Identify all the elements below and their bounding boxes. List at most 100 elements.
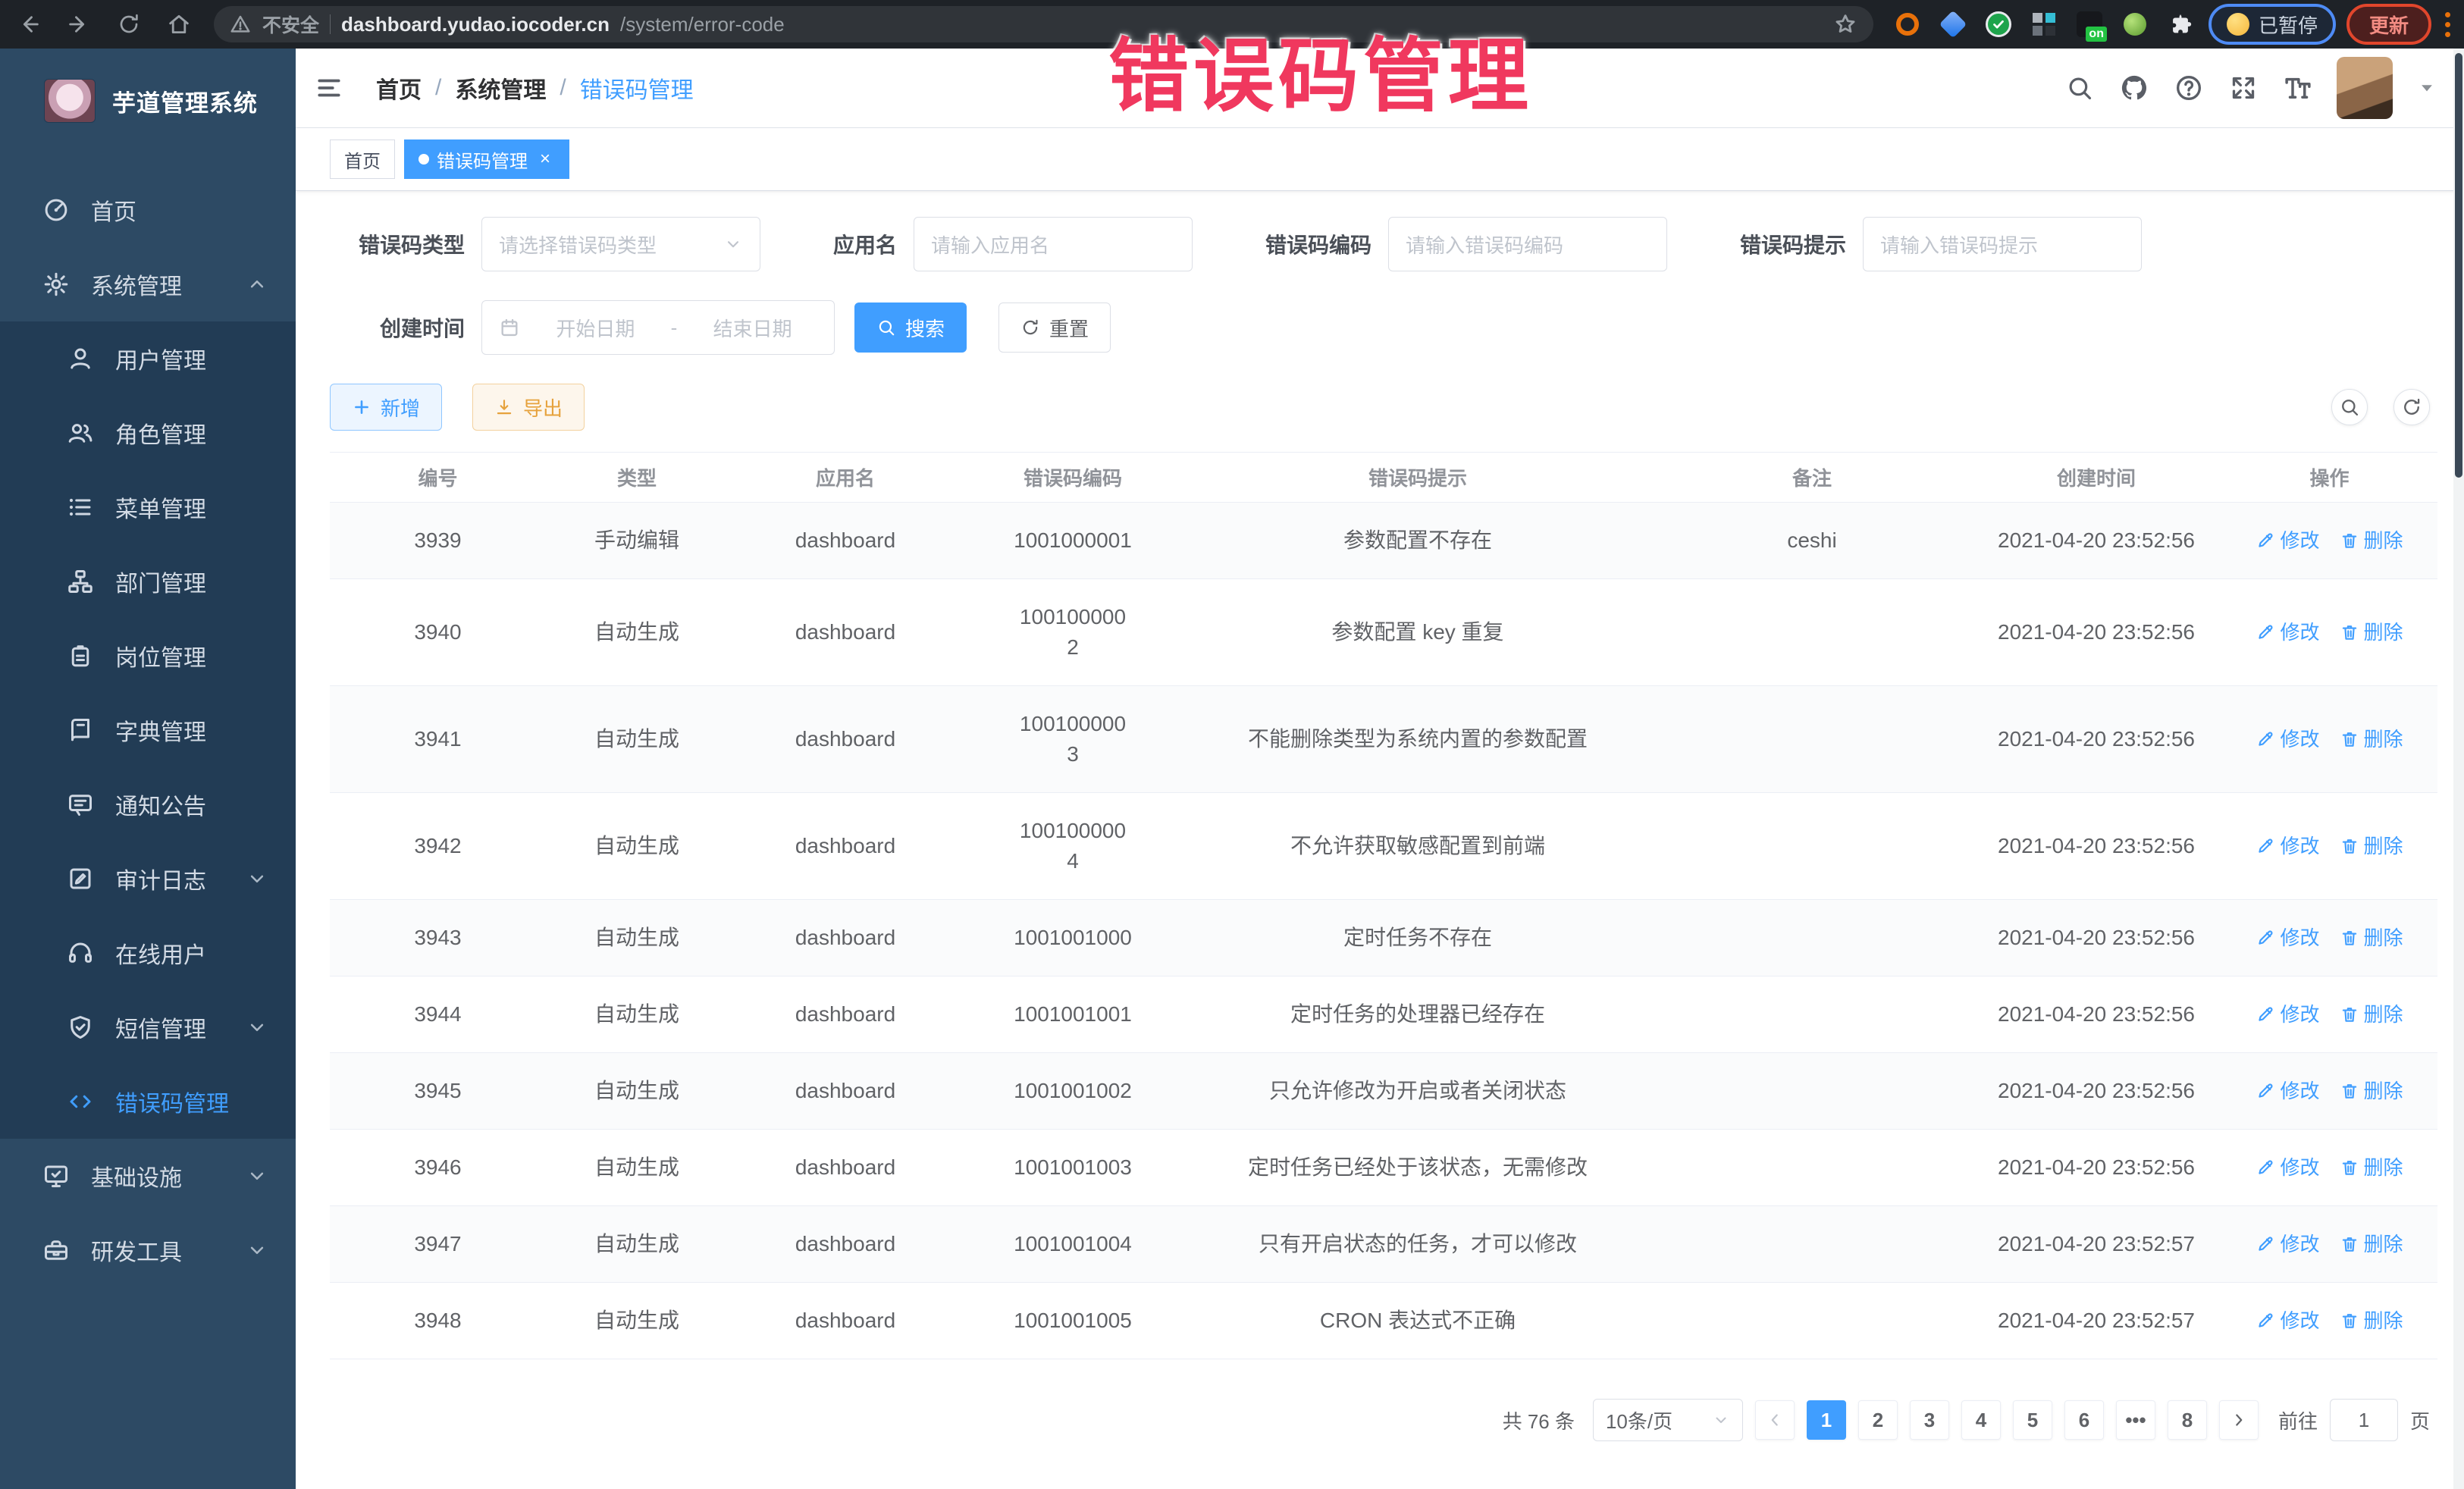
sidebar-menu-item[interactable]: 基础设施 <box>0 1139 296 1213</box>
extension-key-icon[interactable] <box>2121 10 2149 39</box>
extensions-puzzle-icon[interactable] <box>2166 10 2195 39</box>
edit-link[interactable]: 修改 <box>2256 923 2319 953</box>
bookmark-star-icon[interactable] <box>1832 11 1858 37</box>
delete-link[interactable]: 删除 <box>2340 1229 2403 1259</box>
refresh-table-button[interactable] <box>2393 389 2430 425</box>
delete-link[interactable]: 删除 <box>2340 923 2403 953</box>
sidebar-menu-item[interactable]: 在线用户 <box>0 916 296 990</box>
breadcrumb-item[interactable]: 首页 <box>376 71 422 105</box>
page-number-button[interactable]: 3 <box>1910 1400 1949 1440</box>
avatar-caret-icon[interactable] <box>2415 77 2438 99</box>
browser-reload-button[interactable] <box>114 9 144 39</box>
sidebar-menu-item[interactable]: 部门管理 <box>0 544 296 619</box>
sidebar-menu-item[interactable]: 错误码管理 <box>0 1064 296 1139</box>
browser-forward-button[interactable] <box>64 9 94 39</box>
reset-button[interactable]: 重置 <box>998 303 1111 353</box>
font-size-icon[interactable] <box>2282 72 2314 104</box>
menu-item-icon <box>67 1014 94 1041</box>
goto-page-input[interactable] <box>2330 1399 2398 1441</box>
delete-link[interactable]: 删除 <box>2340 1306 2403 1336</box>
address-bar[interactable]: 不安全 dashboard.yudao.iocoder.cn/system/er… <box>214 6 1873 42</box>
breadcrumb-item[interactable]: 错误码管理 <box>580 71 694 105</box>
header-search-icon[interactable] <box>2064 72 2096 104</box>
search-button[interactable]: 搜索 <box>854 303 967 353</box>
error-type-select[interactable]: 请选择错误码类型 <box>481 217 760 271</box>
user-avatar[interactable] <box>2337 57 2393 119</box>
help-icon[interactable] <box>2173 72 2205 104</box>
extension-gem-icon[interactable] <box>1939 10 1967 39</box>
browser-menu-icon[interactable] <box>2445 12 2450 37</box>
delete-link[interactable]: 删除 <box>2340 999 2403 1030</box>
delete-link[interactable]: 删除 <box>2340 617 2403 647</box>
sidebar-menu-item[interactable]: 审计日志 <box>0 842 296 916</box>
app-name-input[interactable]: 请输入应用名 <box>914 217 1193 271</box>
next-page-button[interactable] <box>2219 1400 2259 1440</box>
sidebar-menu-item[interactable]: 角色管理 <box>0 396 296 470</box>
edit-link[interactable]: 修改 <box>2256 1229 2319 1259</box>
toggle-search-button[interactable] <box>2331 389 2368 425</box>
sidebar-menu-item[interactable]: 短信管理 <box>0 990 296 1064</box>
browser-back-button[interactable] <box>14 9 44 39</box>
edit-link[interactable]: 修改 <box>2256 617 2319 647</box>
edit-link[interactable]: 修改 <box>2256 724 2319 754</box>
extension-tampermonkey-icon[interactable]: on <box>2075 10 2104 39</box>
error-type-placeholder: 请选择错误码类型 <box>499 230 716 259</box>
cell-msg: 不允许获取敏感配置到前端 <box>1183 793 1653 900</box>
cell-time: 2021-04-20 23:52:56 <box>1971 900 2221 976</box>
sidebar-menu-item[interactable]: 菜单管理 <box>0 470 296 544</box>
app-logo-row[interactable]: 芋道管理系统 <box>0 49 296 153</box>
fullscreen-icon[interactable] <box>2227 72 2259 104</box>
page-number-button[interactable]: 1 <box>1807 1400 1846 1440</box>
edit-link[interactable]: 修改 <box>2256 1076 2319 1106</box>
extension-grid-icon[interactable] <box>2030 10 2058 39</box>
delete-link[interactable]: 删除 <box>2340 1152 2403 1183</box>
github-icon[interactable] <box>2118 72 2150 104</box>
delete-link[interactable]: 删除 <box>2340 1076 2403 1106</box>
delete-link[interactable]: 删除 <box>2340 831 2403 861</box>
edit-link[interactable]: 修改 <box>2256 999 2319 1030</box>
page-number-button[interactable]: 4 <box>1961 1400 2001 1440</box>
tab-close-icon[interactable]: × <box>535 149 555 169</box>
prev-page-button[interactable] <box>1755 1400 1795 1440</box>
date-range-picker[interactable]: 开始日期 - 结束日期 <box>481 300 835 355</box>
sidebar-menu-item[interactable]: 字典管理 <box>0 693 296 767</box>
sidebar-menu-item[interactable]: 研发工具 <box>0 1213 296 1287</box>
page-tab[interactable]: 错误码管理 × <box>404 139 569 179</box>
page-number-button[interactable]: 8 <box>2168 1400 2207 1440</box>
edit-link[interactable]: 修改 <box>2256 525 2319 556</box>
cell-code: 1001001001 <box>963 976 1183 1053</box>
export-button[interactable]: 导出 <box>472 384 585 431</box>
delete-link[interactable]: 删除 <box>2340 525 2403 556</box>
edit-link[interactable]: 修改 <box>2256 1152 2319 1183</box>
page-number-button[interactable]: 6 <box>2064 1400 2104 1440</box>
page-number-button[interactable]: 5 <box>2013 1400 2052 1440</box>
extension-green-check-icon[interactable] <box>1984 10 2013 39</box>
scrollbar-thumb[interactable] <box>2455 53 2462 478</box>
edit-link[interactable]: 修改 <box>2256 831 2319 861</box>
page-number-button[interactable]: ••• <box>2116 1400 2155 1440</box>
sidebar-collapse-icon[interactable] <box>312 71 346 105</box>
search-icon <box>876 318 896 337</box>
page-number-button[interactable]: 2 <box>1858 1400 1898 1440</box>
sidebar-menu-item[interactable]: 岗位管理 <box>0 619 296 693</box>
sidebar-menu-item[interactable]: 用户管理 <box>0 321 296 396</box>
sidebar-menu-item[interactable]: 首页 <box>0 173 296 247</box>
page-tab[interactable]: 首页 × <box>330 139 395 179</box>
delete-link[interactable]: 删除 <box>2340 724 2403 754</box>
browser-update-button[interactable]: 更新 <box>2350 7 2428 42</box>
error-code-input[interactable]: 请输入错误码编码 <box>1388 217 1667 271</box>
sidebar-menu-item[interactable]: 系统管理 <box>0 247 296 321</box>
paused-extension-pill[interactable]: 已暂停 <box>2212 7 2333 42</box>
page-scrollbar[interactable] <box>2453 49 2464 1489</box>
page-size-select[interactable]: 10条/页 <box>1593 1399 1743 1441</box>
edit-link[interactable]: 修改 <box>2256 1306 2319 1336</box>
sidebar-menu-item[interactable]: 通知公告 <box>0 767 296 842</box>
chevron-icon <box>246 867 268 890</box>
error-msg-input[interactable]: 请输入错误码提示 <box>1863 217 2142 271</box>
breadcrumb-separator: / <box>560 75 566 101</box>
extension-ring-icon[interactable] <box>1893 10 1922 39</box>
browser-home-button[interactable] <box>164 9 194 39</box>
start-date-placeholder: 开始日期 <box>531 314 660 342</box>
breadcrumb-item[interactable]: 系统管理 <box>455 71 546 105</box>
add-button[interactable]: 新增 <box>330 384 442 431</box>
